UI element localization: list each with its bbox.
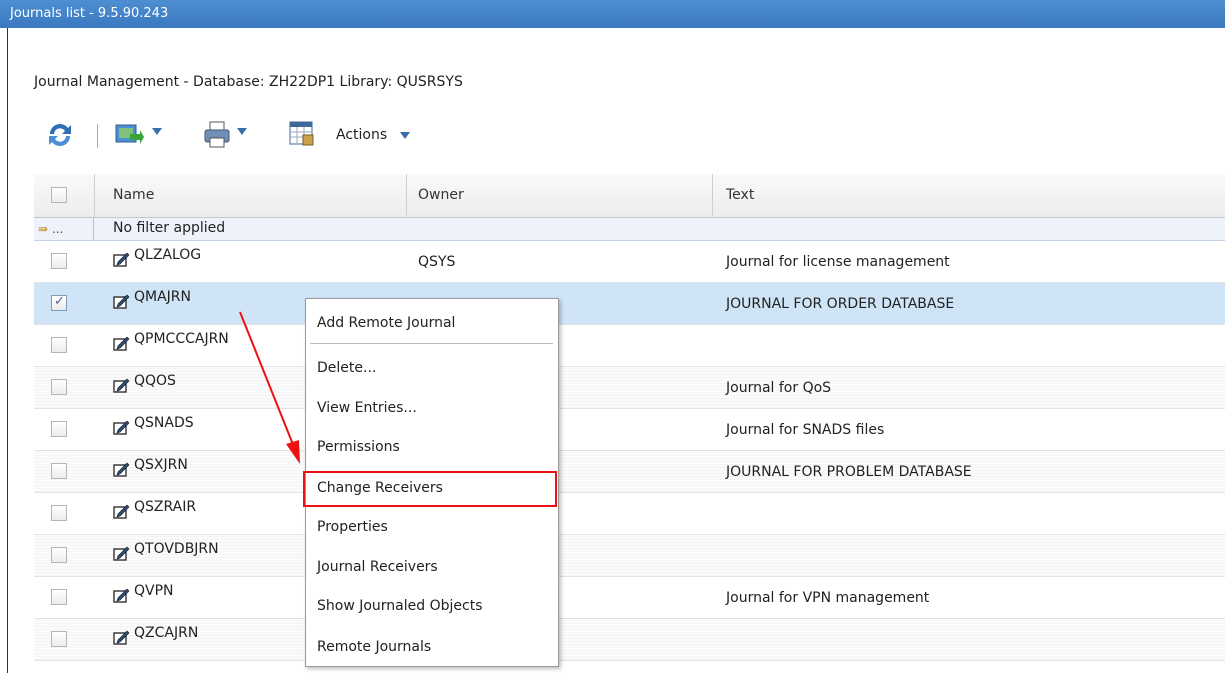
column-header-name[interactable]: Name — [113, 187, 154, 203]
row-checkbox[interactable] — [51, 463, 67, 479]
cell-name[interactable]: QMAJRN — [134, 289, 191, 305]
column-header-text[interactable]: Text — [726, 187, 754, 203]
cell-text: Journal for license management — [726, 254, 950, 270]
table-row[interactable]: QLZALOG QSYS Journal for license managemen… — [34, 241, 1225, 283]
refresh-icon[interactable] — [44, 120, 76, 154]
table-row[interactable]: QMAJRN JOURNAL FOR ORDER DATABASE — [34, 283, 1225, 325]
menu-item-properties[interactable]: Properties — [317, 519, 388, 535]
menu-item-delete[interactable]: Delete... — [317, 360, 376, 376]
cell-name[interactable]: QVPN — [134, 583, 174, 599]
column-header-owner[interactable]: Owner — [418, 187, 464, 203]
menu-item-view-entries[interactable]: View Entries... — [317, 400, 417, 416]
frame-border — [7, 28, 8, 673]
journal-icon — [113, 252, 130, 267]
menu-item-remote-journals[interactable]: Remote Journals — [317, 639, 431, 655]
filter-icon: ⇛ — [38, 222, 49, 236]
table-row[interactable]: QTOVDBJRN — [34, 535, 1225, 577]
export-icon[interactable] — [114, 120, 144, 154]
annotation-highlight-box — [303, 471, 557, 507]
export-dropdown-arrow-icon[interactable] — [152, 128, 162, 135]
row-checkbox[interactable] — [51, 379, 67, 395]
journal-icon — [113, 462, 130, 477]
print-icon[interactable] — [202, 120, 232, 154]
journal-icon — [113, 294, 130, 309]
table-row[interactable]: QVPN Journal for VPN management — [34, 577, 1225, 619]
cell-text: Journal for QoS — [726, 380, 832, 396]
print-dropdown-arrow-icon[interactable] — [237, 128, 247, 135]
cell-name[interactable]: QQOS — [134, 373, 176, 389]
menu-separator — [310, 343, 553, 344]
row-checkbox[interactable] — [51, 294, 67, 311]
actions-label: Actions — [336, 127, 388, 143]
column-divider — [406, 174, 407, 218]
cell-text: Journal for SNADS files — [726, 422, 885, 438]
window-title: Journals list - 9.5.90.243 — [10, 6, 169, 21]
cell-name[interactable]: QSZRAIR — [134, 499, 196, 515]
toolbar-separator — [97, 124, 98, 148]
cell-name[interactable]: QLZALOG — [134, 247, 201, 263]
row-checkbox[interactable] — [51, 547, 67, 563]
window-title-bar: Journals list - 9.5.90.243 — [0, 0, 1225, 28]
column-divider — [94, 174, 95, 218]
cell-owner: QSYS — [418, 254, 456, 270]
cell-text: Journal for VPN management — [726, 590, 930, 606]
cell-name[interactable]: QSNADS — [134, 415, 194, 431]
table-row[interactable]: QZCAJRN — [34, 619, 1225, 661]
journal-icon — [113, 378, 130, 393]
table-row[interactable]: QQOS Journal for QoS — [34, 367, 1225, 409]
table-row[interactable]: QSXJRN JOURNAL FOR PROBLEM DATABASE — [34, 451, 1225, 493]
cell-name[interactable]: QZCAJRN — [134, 625, 198, 641]
row-checkbox[interactable] — [51, 253, 67, 269]
journal-icon — [113, 630, 130, 645]
journal-icon — [113, 336, 130, 351]
journal-icon — [113, 420, 130, 435]
select-all-checkbox[interactable] — [51, 187, 67, 203]
row-checkbox[interactable] — [51, 505, 67, 521]
cell-name[interactable]: QSXJRN — [134, 457, 188, 473]
actions-menu-button[interactable]: Actions — [336, 127, 410, 143]
filter-row: ⇛ ... No filter applied — [34, 218, 1225, 241]
filter-button[interactable]: ⇛ ... — [34, 218, 94, 240]
cell-name[interactable]: QPMCCCAJRN — [134, 331, 229, 347]
row-checkbox[interactable] — [51, 421, 67, 437]
menu-item-permissions[interactable]: Permissions — [317, 439, 400, 455]
row-checkbox[interactable] — [51, 337, 67, 353]
table-row[interactable]: QPMCCCAJRN — [34, 325, 1225, 367]
journal-icon — [113, 588, 130, 603]
table-row[interactable]: QSZRAIR — [34, 493, 1225, 535]
cell-name[interactable]: QTOVDBJRN — [134, 541, 219, 557]
chevron-down-icon — [399, 131, 410, 139]
page-heading: Journal Management - Database: ZH22DP1 L… — [34, 74, 463, 90]
journal-icon — [113, 546, 130, 561]
menu-item-journal-receivers[interactable]: Journal Receivers — [317, 559, 438, 575]
table-settings-icon[interactable] — [288, 120, 316, 152]
filter-ellipsis: ... — [51, 222, 64, 236]
column-divider — [712, 174, 713, 218]
cell-text: JOURNAL FOR PROBLEM DATABASE — [726, 464, 972, 480]
menu-item-add-remote-journal[interactable]: Add Remote Journal — [317, 315, 455, 331]
row-checkbox[interactable] — [51, 589, 67, 605]
filter-status: No filter applied — [113, 220, 226, 236]
table-row[interactable]: QSNADS Journal for SNADS files — [34, 409, 1225, 451]
cell-text: JOURNAL FOR ORDER DATABASE — [726, 296, 955, 312]
table-header: Name Owner Text — [34, 174, 1225, 218]
journal-icon — [113, 504, 130, 519]
toolbar: Actions — [34, 116, 1225, 156]
row-checkbox[interactable] — [51, 631, 67, 647]
menu-item-show-journaled-objects[interactable]: Show Journaled Objects — [317, 598, 482, 614]
